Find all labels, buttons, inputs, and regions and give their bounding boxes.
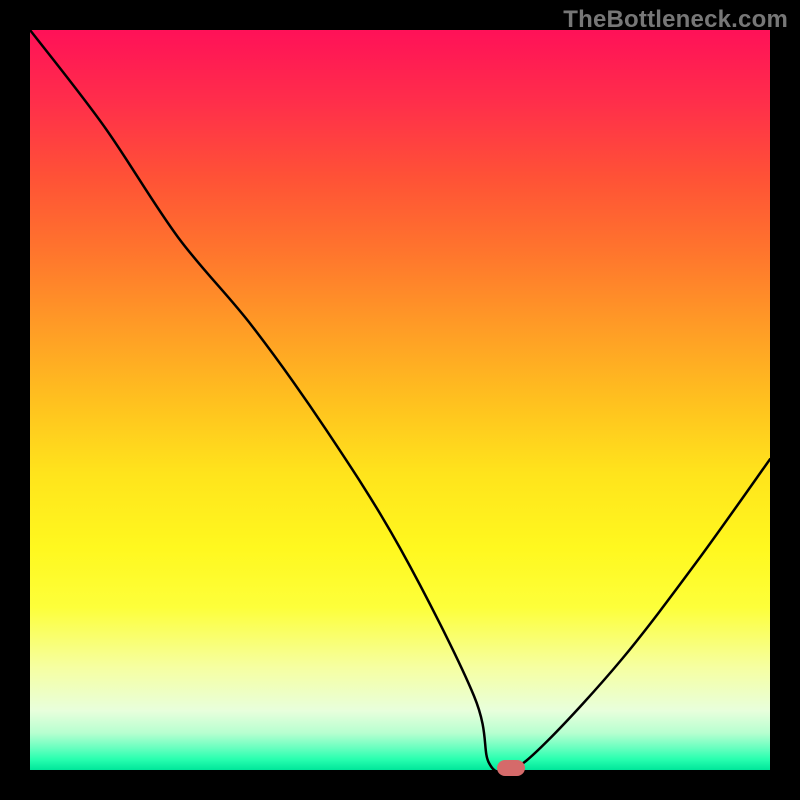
optimal-marker [497,760,525,776]
plot-area [30,30,770,770]
bottleneck-curve [30,30,770,770]
chart-container: TheBottleneck.com [0,0,800,800]
